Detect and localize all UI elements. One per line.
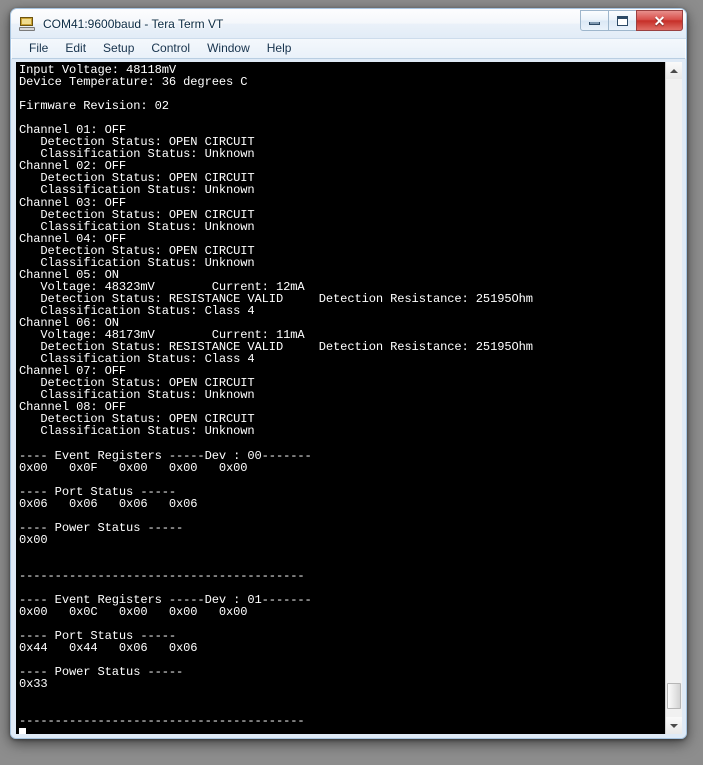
maximize-button[interactable] bbox=[608, 10, 637, 31]
chevron-up-icon bbox=[670, 68, 678, 73]
menu-item-file[interactable]: File bbox=[21, 40, 57, 57]
chevron-down-icon bbox=[670, 723, 678, 728]
menu-item-setup[interactable]: Setup bbox=[95, 40, 143, 57]
close-button[interactable]: ✕ bbox=[636, 10, 683, 31]
scroll-down-button[interactable] bbox=[666, 717, 682, 734]
title-bar[interactable]: COM41:9600baud - Tera Term VT ✕ bbox=[11, 9, 686, 39]
window-controls: ✕ bbox=[580, 10, 683, 31]
window-title: COM41:9600baud - Tera Term VT bbox=[43, 16, 224, 31]
maximize-icon bbox=[617, 15, 628, 26]
tera-term-window: COM41:9600baud - Tera Term VT ✕ File Edi… bbox=[10, 8, 687, 739]
scroll-up-button[interactable] bbox=[666, 62, 682, 79]
close-icon: ✕ bbox=[653, 12, 666, 29]
menu-item-window[interactable]: Window bbox=[199, 40, 259, 57]
menu-item-help[interactable]: Help bbox=[259, 40, 301, 57]
client-area: Input Voltage: 48118mV Device Temperatur… bbox=[11, 59, 686, 738]
minimize-icon bbox=[589, 22, 600, 25]
terminal-icon bbox=[19, 16, 35, 32]
scrollbar-track[interactable] bbox=[666, 79, 682, 717]
menu-bar: File Edit Setup Control Window Help bbox=[11, 39, 686, 59]
scrollbar-thumb[interactable] bbox=[667, 683, 681, 709]
terminal-output: Input Voltage: 48118mV Device Temperatur… bbox=[19, 63, 533, 728]
terminal-screen[interactable]: Input Voltage: 48118mV Device Temperatur… bbox=[16, 62, 665, 734]
menu-item-control[interactable]: Control bbox=[143, 40, 199, 57]
minimize-button[interactable] bbox=[580, 10, 609, 31]
vertical-scrollbar[interactable] bbox=[665, 62, 682, 734]
terminal-cursor bbox=[19, 727, 26, 734]
menu-item-edit[interactable]: Edit bbox=[57, 40, 95, 57]
